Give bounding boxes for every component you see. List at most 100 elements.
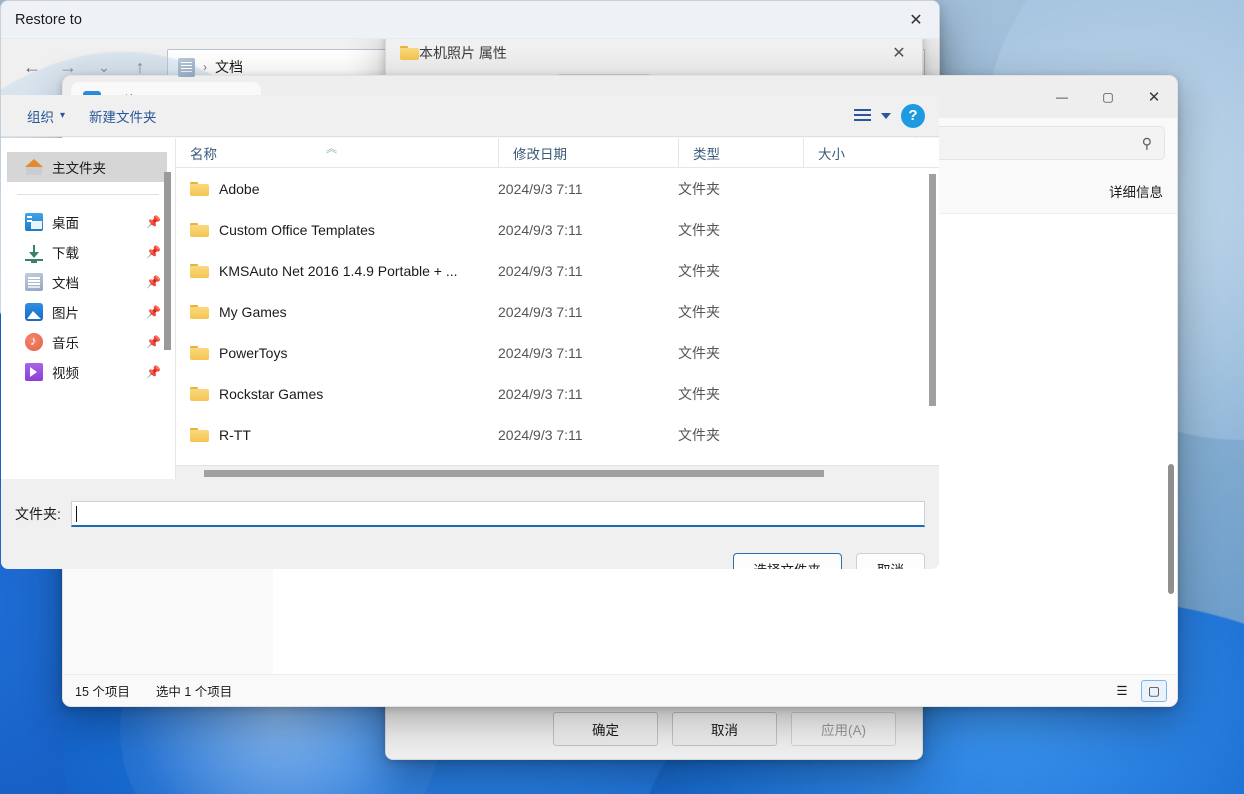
tree-item-label: 视频 — [52, 366, 79, 381]
desktop-icon — [25, 213, 43, 231]
file-name-cell: Rockstar Games — [176, 386, 498, 402]
file-name: R-TT — [219, 426, 251, 443]
details-pane-button[interactable]: 详细信息 — [1109, 181, 1163, 201]
desktop: 本机照片 属性 ✕ 常规 共享 安全 以前的版本 自定义 确定 取消 应用(A)… — [0, 0, 1244, 794]
pin-icon[interactable]: 📌 — [146, 365, 161, 379]
documents-icon — [25, 273, 43, 291]
new-folder-button[interactable]: 新建文件夹 — [77, 100, 169, 132]
apply-button[interactable]: 应用(A) — [791, 711, 896, 746]
close-icon[interactable]: ✕ — [1131, 76, 1177, 118]
folder-icon — [190, 427, 209, 442]
selection-count-label: 选中 1 个项目 — [155, 685, 233, 699]
pin-icon[interactable]: 📌 — [146, 245, 161, 259]
pin-icon[interactable]: 📌 — [146, 305, 161, 319]
maximize-icon[interactable]: ▢ — [1085, 76, 1131, 118]
pin-icon[interactable]: 📌 — [146, 215, 161, 229]
item-count-label: 15 个项目 — [75, 685, 130, 699]
file-date: 2024/9/3 7:11 — [498, 344, 583, 361]
table-row[interactable]: My Games 2024/9/3 7:11 文件夹 — [176, 291, 939, 332]
tree-item-home[interactable]: 主文件夹 — [7, 152, 167, 182]
column-header-type[interactable]: 类型 — [678, 138, 803, 168]
file-date: 2024/9/3 7:11 — [498, 303, 583, 320]
file-name-cell: My Games — [176, 304, 498, 320]
pictures-icon — [25, 303, 43, 321]
restore-titlebar: Restore to ✕ — [1, 1, 939, 39]
table-row[interactable]: R-TT 2024/9/3 7:11 文件夹 — [176, 414, 939, 455]
help-icon[interactable]: ? — [901, 103, 925, 128]
tree-item-downloads[interactable]: 下载 📌 — [1, 237, 175, 267]
tree-item-label: 主文件夹 — [52, 161, 106, 176]
chevron-down-icon[interactable] — [881, 112, 891, 119]
explorer-caption-buttons[interactable]: — ▢ ✕ — [1039, 76, 1177, 118]
select-folder-button[interactable]: 选择文件夹 — [732, 553, 842, 569]
file-type: 文件夹 — [678, 303, 720, 320]
cancel-button[interactable]: 取消 — [672, 711, 777, 746]
file-name: KMSAuto Net 2016 1.4.9 Portable + ... — [219, 262, 458, 279]
tree-item-pictures[interactable]: 图片 📌 — [1, 297, 175, 327]
tree-item-documents[interactable]: 文档 📌 — [1, 267, 175, 297]
sort-ascending-icon: ︽ — [326, 143, 337, 155]
folder-icon — [400, 45, 419, 61]
file-type: 文件夹 — [678, 221, 720, 238]
folder-input[interactable] — [70, 501, 925, 527]
column-header-size[interactable]: 大小 — [803, 138, 893, 168]
tree-item-music[interactable]: 音乐 📌 — [1, 327, 175, 357]
file-type: 文件夹 — [678, 426, 720, 443]
file-date: 2024/9/3 7:11 — [498, 180, 583, 197]
table-row[interactable]: Adobe 2024/9/3 7:11 文件夹 — [176, 168, 939, 209]
file-name: Custom Office Templates — [219, 221, 375, 238]
breadcrumb[interactable]: 文档 — [215, 57, 243, 77]
file-name: PowerToys — [219, 344, 288, 361]
folder-icon — [190, 345, 209, 360]
table-row[interactable]: Custom Office Templates 2024/9/3 7:11 文件… — [176, 209, 939, 250]
tree-separator — [17, 194, 159, 195]
folder-icon — [190, 386, 209, 401]
cancel-button[interactable]: 取消 — [856, 553, 925, 569]
minimize-icon[interactable]: — — [1039, 76, 1085, 118]
column-header-name[interactable]: 名称 — [176, 138, 498, 168]
explorer-search-input[interactable]: ⚲ — [915, 126, 1165, 160]
downloads-icon — [25, 244, 43, 261]
file-list-horizontal-scrollbar[interactable] — [176, 465, 939, 479]
ok-button[interactable]: 确定 — [553, 711, 658, 746]
file-list-scrollbar[interactable] — [929, 174, 936, 406]
tree-item-desktop[interactable]: 桌面 📌 — [1, 207, 175, 237]
close-icon[interactable]: ✕ — [893, 1, 939, 39]
pin-icon[interactable]: 📌 — [146, 275, 161, 289]
tree-scrollbar[interactable] — [164, 172, 171, 350]
file-name-cell: R-TT — [176, 427, 498, 443]
organize-label: 组织 — [27, 109, 54, 125]
file-list[interactable]: 名称 修改日期 类型 大小 ︽ Adobe 2024/9/3 7:11 文件夹 — [176, 138, 939, 479]
file-date: 2024/9/3 7:11 — [498, 426, 583, 443]
organize-button[interactable]: 组织 ▾ — [15, 100, 77, 132]
text-caret — [75, 505, 77, 522]
file-name-cell: Adobe — [176, 181, 498, 197]
file-type: 文件夹 — [678, 262, 720, 279]
restore-navigation-tree[interactable]: 主文件夹 桌面 📌 下载 📌 文档 📌 图片 📌 ♪ 音乐 📌 视频 📌 — [1, 138, 176, 479]
tree-item-videos[interactable]: 视频 📌 — [1, 357, 175, 387]
folder-icon — [190, 304, 209, 319]
scrollbar-thumb[interactable] — [204, 470, 824, 477]
file-name: Rockstar Games — [219, 385, 324, 402]
dialog-title: Restore to — [15, 11, 82, 28]
restore-footer-buttons: 选择文件夹 取消 — [732, 553, 925, 569]
view-toggle-group[interactable]: ☰ ▢ — [1109, 679, 1167, 702]
details-view-icon[interactable]: ▢ — [1141, 679, 1167, 702]
folder-icon — [190, 181, 209, 196]
restore-command-bar-right[interactable]: ? — [854, 103, 925, 128]
column-header-date[interactable]: 修改日期 — [498, 138, 678, 168]
content-scrollbar[interactable] — [1168, 464, 1174, 594]
table-row[interactable]: Rockstar Games 2024/9/3 7:11 文件夹 — [176, 373, 939, 414]
table-row[interactable]: KMSAuto Net 2016 1.4.9 Portable + ... 20… — [176, 250, 939, 291]
list-view-icon[interactable]: ☰ — [1109, 680, 1135, 702]
videos-icon — [25, 363, 43, 381]
file-list-header[interactable]: 名称 修改日期 类型 大小 ︽ — [176, 138, 939, 168]
view-options-icon[interactable] — [854, 109, 871, 122]
pin-icon[interactable]: 📌 — [146, 335, 161, 349]
folder-field-label: 文件夹: — [15, 506, 61, 522]
restore-body: 主文件夹 桌面 📌 下载 📌 文档 📌 图片 📌 ♪ 音乐 📌 视频 📌 名称 … — [1, 137, 939, 479]
tree-item-label: 文档 — [52, 276, 79, 291]
file-type: 文件夹 — [678, 344, 720, 361]
table-row[interactable]: PowerToys 2024/9/3 7:11 文件夹 — [176, 332, 939, 373]
file-date: 2024/9/3 7:11 — [498, 221, 583, 238]
